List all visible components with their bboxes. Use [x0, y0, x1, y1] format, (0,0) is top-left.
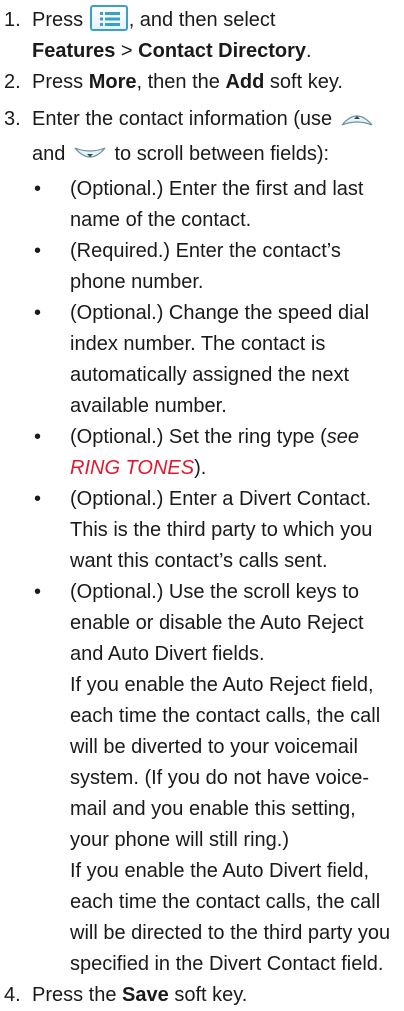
step-text: Press , and then select Features > Conta… [32, 5, 400, 67]
list-item: • (Optional.) Enter a Divert Contact. Th… [32, 484, 400, 577]
step-1: 1. Press , and then select Features > Co… [4, 5, 400, 67]
bullet-icon: • [34, 178, 42, 200]
menu-features: Features [32, 40, 116, 62]
ring-tones-link[interactable]: RING TONES [70, 457, 194, 479]
bullet-icon: • [34, 240, 42, 262]
list-item: • (Optional.) Enter the first and last n… [32, 174, 400, 236]
auto-divert-note: If you enable the Auto Divert field, eac… [70, 860, 391, 975]
list-item: • (Optional.) Use the scroll keys to ena… [32, 577, 400, 670]
bullet-icon: • [34, 488, 42, 510]
more-key-label: More [88, 71, 137, 93]
step-3: 3. Enter the contact information (use an… [4, 104, 400, 174]
list-item: • (Optional.) Change the speed dial inde… [32, 298, 400, 422]
step-number: 1. [4, 9, 21, 31]
step-text: Press the Save soft key. [32, 984, 248, 1006]
add-key-label: Add [225, 71, 265, 93]
instruction-document: 1. Press , and then select Features > Co… [0, 0, 404, 1011]
step-text: Press More, then the Add soft key. [32, 71, 343, 93]
list-item: • (Required.) Enter the contact’s phone … [32, 236, 400, 298]
step-number: 2. [4, 71, 21, 93]
scroll-up-key-icon [340, 108, 374, 139]
field-bullet-list: • (Optional.) Enter the first and last n… [4, 174, 400, 670]
step-text: Enter the contact information (use and t… [32, 104, 400, 174]
menu-contact-directory: Contact Directory [138, 40, 306, 62]
auto-reject-note: If you enable the Auto Reject field, eac… [70, 674, 381, 851]
step-number: 4. [4, 984, 21, 1006]
scroll-down-key-icon [73, 143, 107, 174]
step-4: 4. Press the Save soft key. [4, 980, 400, 1011]
menu-key-icon [89, 5, 128, 31]
bullet-icon: • [34, 302, 42, 324]
bullet-icon: • [34, 581, 42, 603]
list-item: • (Optional.) Set the ring type (see RING… [32, 422, 400, 484]
step-number: 3. [4, 108, 21, 130]
bullet-icon: • [34, 426, 42, 448]
step-2: 2. Press More, then the Add soft key. [4, 67, 400, 98]
save-key-label: Save [122, 984, 169, 1006]
